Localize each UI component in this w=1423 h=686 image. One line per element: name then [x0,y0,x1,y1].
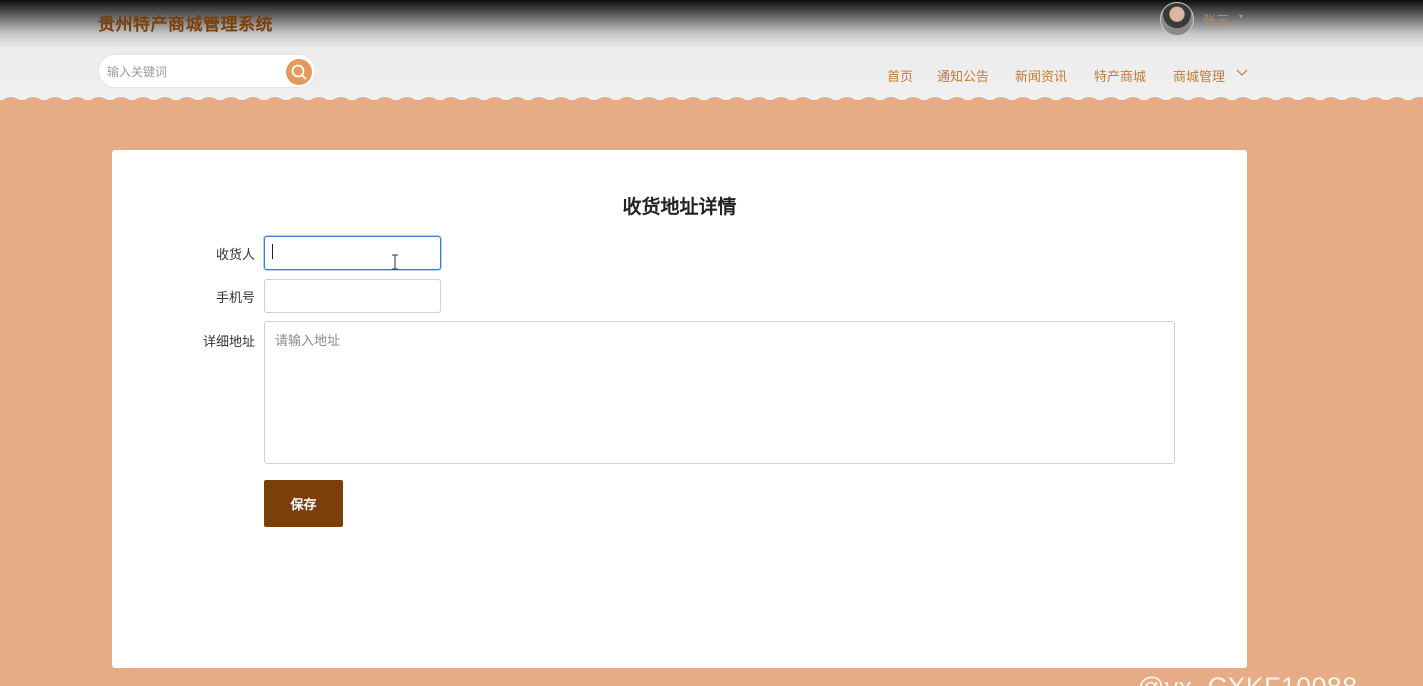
search-box [98,54,316,88]
nav-item-notices[interactable]: 通知公告 [937,66,989,85]
save-button[interactable]: 保存 [264,480,343,527]
address-form-card: 收货地址详情 收货人 手机号 详细地址 保存 [112,150,1247,668]
phone-label: 手机号 [215,291,255,306]
search-input[interactable] [107,62,277,82]
chevron-down-icon[interactable] [1236,68,1248,78]
phone-input[interactable] [264,279,441,313]
site-title: 贵州特产商城管理系统 [98,15,273,35]
nav-item-mall-management[interactable]: 商城管理 [1173,66,1225,85]
receiver-label: 收货人 [215,248,255,263]
username-label[interactable]: 张三 [1203,10,1229,29]
user-menu-caret-icon[interactable]: ▾ [1239,12,1243,21]
nav-item-home[interactable]: 首页 [887,66,913,85]
address-label: 详细地址 [202,335,255,350]
nav-item-specialty-mall[interactable]: 特产商城 [1094,66,1146,85]
wave-divider [0,97,1423,110]
receiver-input[interactable] [264,236,441,270]
nav-item-news[interactable]: 新闻资讯 [1015,66,1067,85]
text-cursor [272,244,273,259]
address-textarea[interactable] [264,321,1175,464]
ibeam-cursor-icon [392,254,398,270]
search-button[interactable] [286,59,312,85]
avatar[interactable] [1160,2,1194,36]
watermark: CSDN @vx_CXKF10088 [1137,641,1357,686]
search-icon [291,64,307,80]
page-title: 收货地址详情 [622,196,737,218]
